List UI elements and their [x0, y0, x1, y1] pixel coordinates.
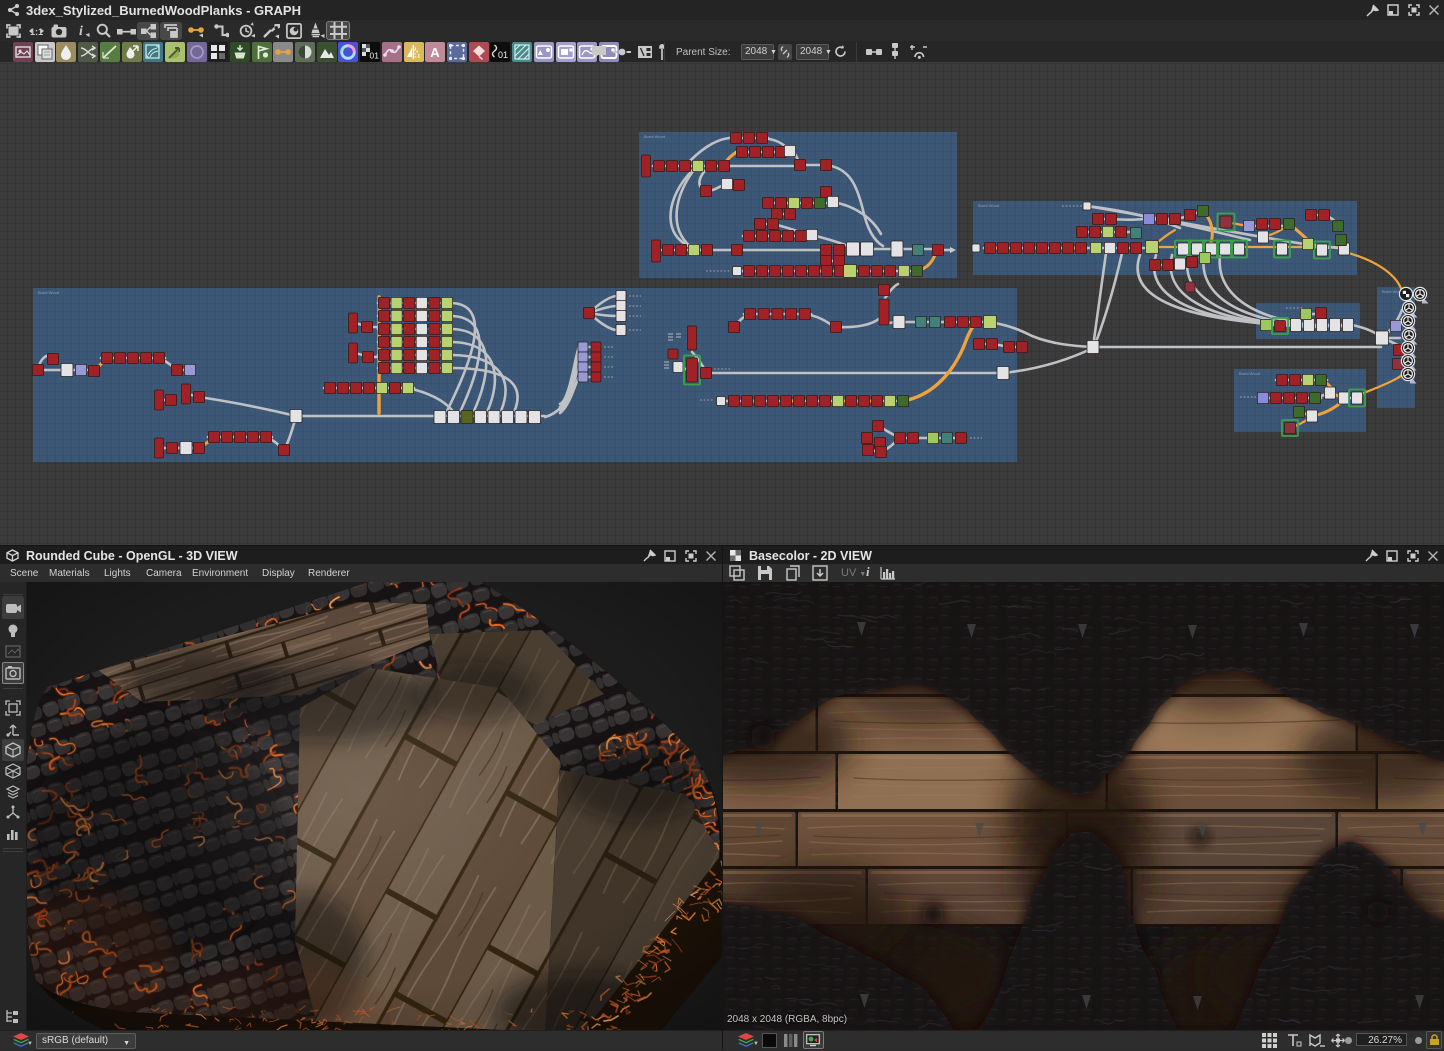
svg-text:A: A — [430, 45, 440, 60]
svg-text:Burnt Wood: Burnt Wood — [1239, 371, 1260, 376]
svg-text:01: 01 — [498, 50, 508, 60]
svg-text:Burnt Wood: Burnt Wood — [38, 290, 59, 295]
svg-text:Burnt Wood: Burnt Wood — [978, 203, 999, 208]
svg-text:i: i — [79, 24, 83, 39]
svg-text:Burnt Wood: Burnt Wood — [644, 134, 665, 139]
svg-text:01: 01 — [370, 51, 380, 61]
